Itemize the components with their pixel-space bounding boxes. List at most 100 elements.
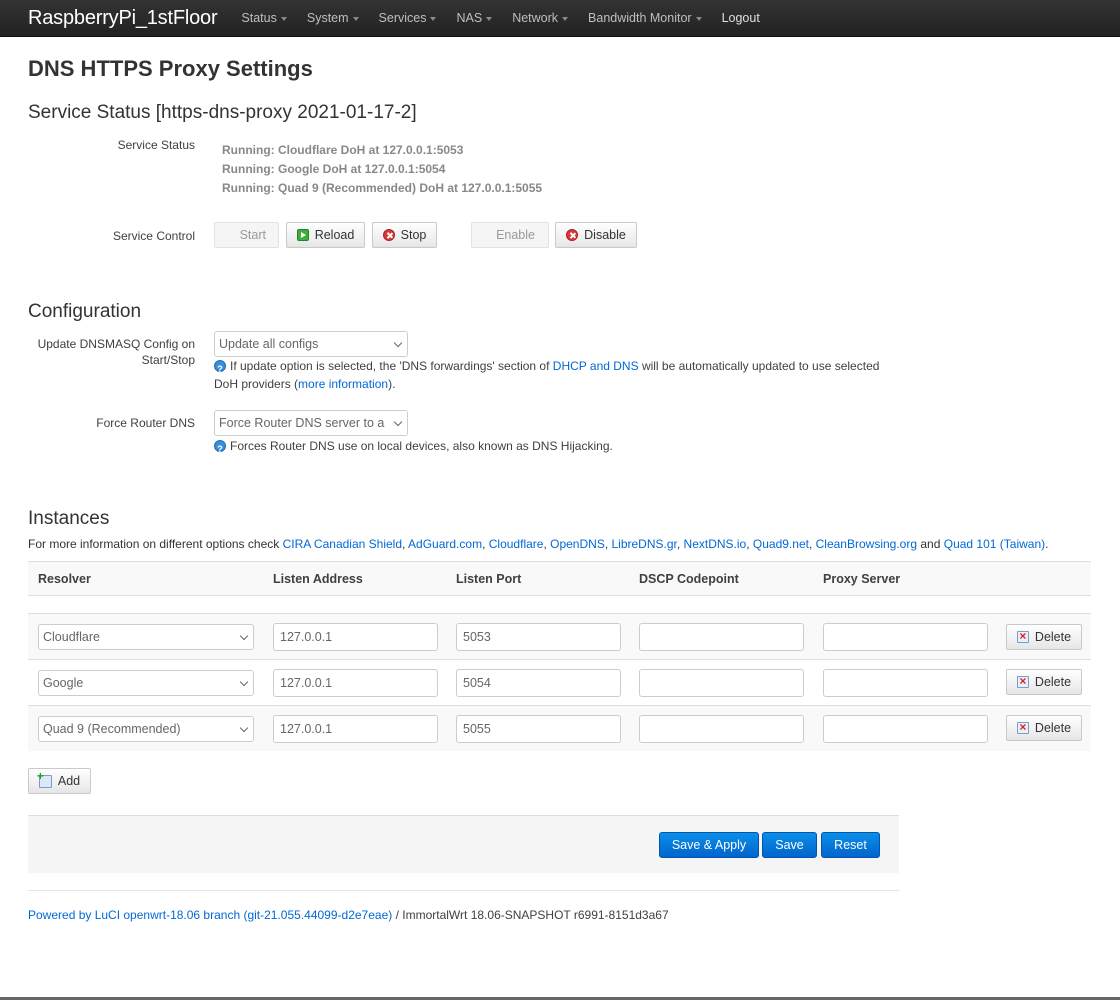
listen-address-input[interactable]: 127.0.0.1: [273, 715, 438, 743]
footer: Powered by LuCI openwrt-18.06 branch (gi…: [28, 908, 669, 922]
proxy-server-input[interactable]: [823, 715, 988, 743]
cleanbrowsing-link[interactable]: CleanBrowsing.org: [816, 537, 917, 551]
page-title: DNS HTTPS Proxy Settings: [28, 56, 313, 81]
footer-divider: [28, 890, 899, 891]
nav-logout[interactable]: Logout: [712, 11, 770, 25]
delete-button[interactable]: Delete: [1006, 669, 1082, 695]
stop-icon: [382, 229, 395, 241]
force-router-dns-value: Force Router DNS server to all local dev…: [219, 416, 407, 430]
dscp-codepoint-input[interactable]: [639, 669, 804, 697]
reload-button-label: Reload: [314, 228, 355, 242]
reset-button[interactable]: Reset: [821, 832, 880, 858]
proxy-server-input[interactable]: [823, 669, 988, 697]
resolver-select[interactable]: Cloudflare: [38, 624, 254, 650]
service-control-label: Service Control: [112, 229, 195, 243]
table-row: Quad 9 (Recommended) 127.0.0.1 5055 Dele…: [28, 705, 1091, 751]
enable-button-label: Enable: [496, 228, 535, 242]
resolver-value: Cloudflare: [43, 630, 100, 644]
nav-bandwidth-monitor[interactable]: Bandwidth Monitor: [578, 11, 712, 25]
top-navbar: RaspberryPi_1stFloor Status System Servi…: [0, 0, 1120, 37]
delete-button[interactable]: Delete: [1006, 624, 1082, 650]
stop-button[interactable]: Stop: [372, 222, 437, 248]
force-router-dns-help: Forces Router DNS use on local devices, …: [214, 437, 894, 458]
status-line: Running: Quad 9 (Recommended) DoH at 127…: [222, 181, 543, 195]
dscp-codepoint-input[interactable]: [639, 715, 804, 743]
dscp-codepoint-input[interactable]: [639, 623, 804, 651]
reload-button[interactable]: Reload: [286, 222, 365, 248]
column-header-dscp-codepoint: DSCP Codepoint: [639, 572, 739, 586]
adguard-link[interactable]: AdGuard.com: [408, 537, 482, 551]
update-dnsmasq-label-line1: Update DNSMASQ Config on: [37, 337, 195, 351]
column-header-proxy-server: Proxy Server: [823, 572, 901, 586]
column-header-resolver: Resolver: [38, 572, 91, 586]
nav-nas-label: NAS: [456, 11, 483, 25]
status-line: Running: Google DoH at 127.0.0.1:5054: [222, 162, 446, 176]
nav-system-label: System: [306, 11, 349, 25]
dhcp-dns-link[interactable]: DHCP and DNS: [553, 359, 639, 373]
nav-network-label: Network: [512, 11, 559, 25]
stop-icon: [566, 229, 579, 241]
column-header-listen-port: Listen Port: [456, 572, 522, 586]
form-actions-bar: Save & Apply Save Reset: [28, 815, 899, 873]
disable-button[interactable]: Disable: [555, 222, 637, 248]
disable-button-label: Disable: [584, 228, 626, 242]
nav-services[interactable]: Services: [369, 11, 447, 25]
nextdns-link[interactable]: NextDNS.io: [684, 537, 747, 551]
start-button-label: Start: [239, 228, 266, 242]
delete-icon: [1016, 720, 1029, 734]
delete-button[interactable]: Delete: [1006, 715, 1082, 741]
nav-network[interactable]: Network: [502, 11, 578, 25]
listen-port-input[interactable]: 5054: [456, 669, 621, 697]
help-text: ).: [388, 377, 396, 391]
listen-address-input[interactable]: 127.0.0.1: [273, 623, 438, 651]
stop-button-label: Stop: [400, 228, 427, 242]
update-dnsmasq-select[interactable]: Update all configs: [214, 331, 408, 357]
caret-down-icon: [280, 16, 287, 21]
column-header-listen-address: Listen Address: [273, 572, 363, 586]
nav-nas[interactable]: NAS: [446, 11, 502, 25]
service-status-heading: Service Status [https-dns-proxy 2021-01-…: [28, 102, 417, 123]
enable-button[interactable]: Enable: [471, 222, 549, 248]
save-apply-button[interactable]: Save & Apply: [659, 832, 759, 858]
libredns-link[interactable]: LibreDNS.gr: [612, 537, 677, 551]
instances-description: For more information on different option…: [28, 537, 1049, 551]
listen-port-input[interactable]: 5055: [456, 715, 621, 743]
desc-text: For more information on different option…: [28, 537, 280, 551]
nav-status-label: Status: [241, 11, 277, 25]
desc-text: and: [920, 537, 941, 551]
opendns-link[interactable]: OpenDNS: [550, 537, 605, 551]
proxy-server-input[interactable]: [823, 623, 988, 651]
nav-status[interactable]: Status: [231, 11, 296, 25]
more-information-link[interactable]: more information: [298, 377, 388, 391]
force-router-dns-label: Force Router DNS: [96, 416, 195, 430]
quad101-link[interactable]: Quad 101 (Taiwan): [944, 537, 1045, 551]
add-instance-button[interactable]: Add: [28, 768, 91, 794]
luci-powered-by-link[interactable]: Powered by LuCI openwrt-18.06 branch (gi…: [28, 908, 392, 922]
start-button[interactable]: Start: [214, 222, 279, 248]
service-status-label: Service Status: [117, 138, 195, 152]
nav-system[interactable]: System: [297, 11, 369, 25]
help-text: will be automatically updated to use sel…: [641, 359, 880, 373]
brand-link[interactable]: RaspberryPi_1stFloor: [28, 7, 218, 30]
nav-services-label: Services: [378, 11, 427, 25]
listen-port-input[interactable]: 5053: [456, 623, 621, 651]
help-icon: [214, 440, 226, 458]
delete-button-label: Delete: [1034, 721, 1072, 735]
listen-address-input[interactable]: 127.0.0.1: [273, 669, 438, 697]
cloudflare-link[interactable]: Cloudflare: [489, 537, 544, 551]
instances-heading: Instances: [28, 508, 110, 529]
force-router-dns-select[interactable]: Force Router DNS server to all local dev…: [214, 410, 408, 436]
cira-link[interactable]: CIRA Canadian Shield: [283, 537, 402, 551]
help-text: Forces Router DNS use on local devices, …: [230, 439, 613, 453]
help-icon: [214, 360, 226, 378]
resolver-select[interactable]: Google: [38, 670, 254, 696]
nav-bandwidth-monitor-label: Bandwidth Monitor: [588, 11, 692, 25]
quad9-link[interactable]: Quad9.net: [753, 537, 809, 551]
update-dnsmasq-label: Update DNSMASQ Config on Start/Stop: [20, 336, 195, 368]
save-button[interactable]: Save: [762, 832, 817, 858]
add-icon: [37, 769, 52, 788]
delete-icon: [1016, 674, 1029, 688]
help-text: DoH providers (: [214, 377, 299, 391]
resolver-select[interactable]: Quad 9 (Recommended): [38, 716, 254, 742]
help-text: If update option is selected, the 'DNS f…: [230, 359, 550, 373]
